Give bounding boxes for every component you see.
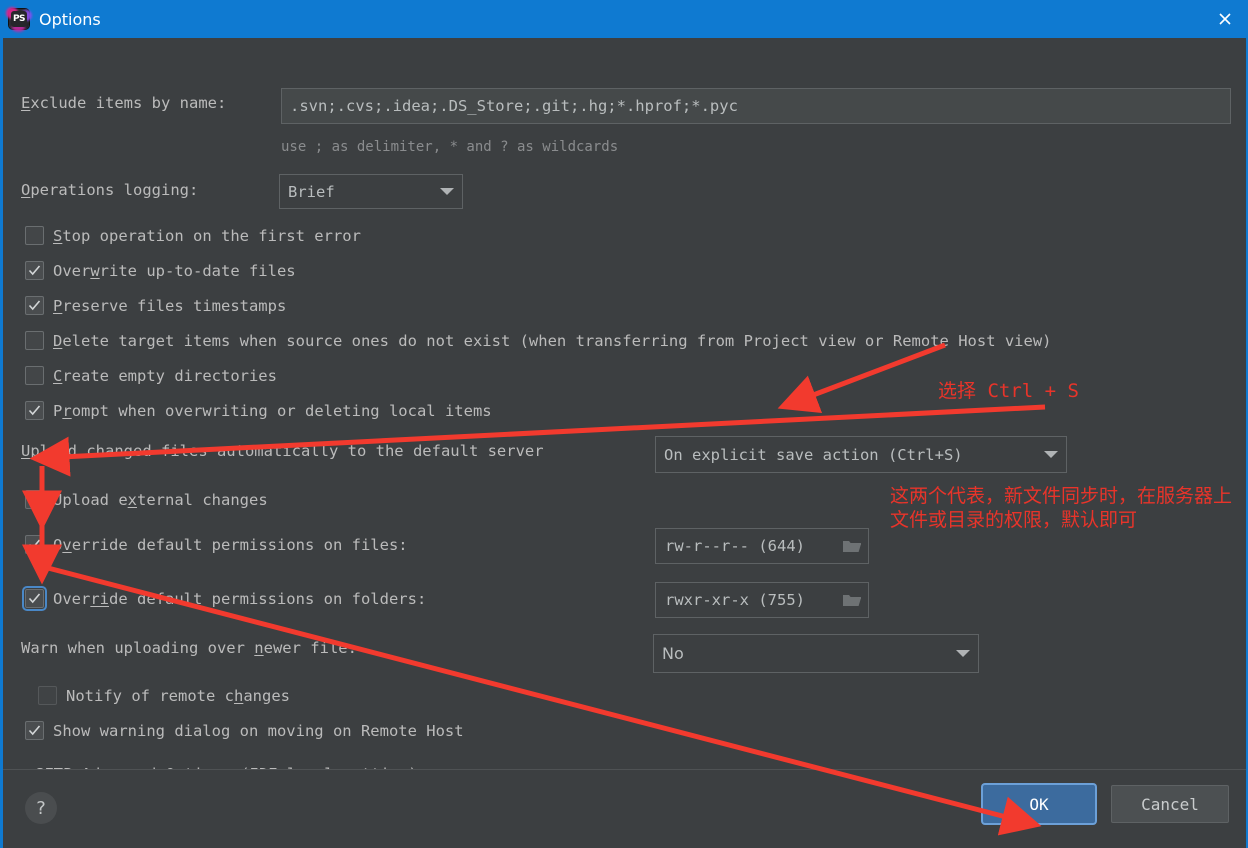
- checkbox-show-warning-dialog-label: Show warning dialog on moving on Remote …: [53, 721, 464, 740]
- annotation-ctrl-s: 选择 Ctrl + S: [938, 380, 1079, 402]
- upload-auto-value: On explicit save action (Ctrl+S): [664, 445, 963, 464]
- checkbox-override-perms-files[interactable]: Override default permissions on files:: [25, 535, 408, 554]
- window-title: Options: [39, 9, 101, 29]
- checkbox-notify-remote-changes-box[interactable]: [38, 686, 57, 705]
- options-dialog-window: PS Options Exclude items by name: .svn;.…: [0, 0, 1248, 848]
- dialog-body: Exclude items by name: .svn;.cvs;.idea;.…: [3, 38, 1246, 848]
- exclude-items-hint: use ; as delimiter, * and ? as wildcards: [281, 139, 619, 155]
- operations-logging-label-row: Operations logging:: [21, 181, 198, 199]
- perm-folders-input[interactable]: rwxr-xr-x (755): [655, 582, 869, 618]
- checkbox-override-perms-files-label: Override default permissions on files:: [53, 535, 408, 554]
- upload-auto-select[interactable]: On explicit save action (Ctrl+S): [655, 436, 1067, 473]
- question-mark-icon[interactable]: ?: [25, 792, 57, 824]
- checkbox-override-perms-folders-box[interactable]: [22, 586, 47, 611]
- checkbox-overwrite-uptodate[interactable]: Overwrite up-to-date files: [25, 261, 296, 280]
- folder-icon[interactable]: [842, 538, 862, 554]
- warn-newer-select[interactable]: No: [653, 634, 979, 673]
- checkbox-show-warning-dialog[interactable]: Show warning dialog on moving on Remote …: [25, 721, 464, 740]
- title-bar: PS Options: [0, 0, 1248, 38]
- checkbox-notify-remote-changes[interactable]: Notify of remote changes: [38, 686, 290, 705]
- folder-icon[interactable]: [842, 592, 862, 608]
- cancel-button-label: Cancel: [1141, 794, 1199, 814]
- checkbox-override-perms-folders-label: Override default permissions on folders:: [53, 589, 427, 608]
- phpstorm-icon: PS: [6, 7, 32, 32]
- operations-logging-label: Operations logging:: [21, 181, 199, 199]
- perm-files-value: rw-r--r-- (644): [665, 537, 805, 555]
- exclude-items-value: .svn;.cvs;.idea;.DS_Store;.git;.hg;*.hpr…: [290, 97, 738, 115]
- ok-button[interactable]: OK: [983, 785, 1095, 823]
- operations-logging-select[interactable]: Brief: [279, 174, 463, 209]
- cancel-button[interactable]: Cancel: [1111, 785, 1229, 823]
- checkbox-stop-operation-label: Stop operation on the first error: [53, 226, 361, 245]
- checkbox-override-perms-files-box[interactable]: [25, 535, 44, 554]
- exclude-items-label-row: Exclude items by name:: [21, 94, 226, 112]
- exclude-items-label: Exclude items by name:: [21, 94, 227, 112]
- chevron-down-icon: [1044, 451, 1058, 458]
- checkbox-prompt-overwrite-label: Prompt when overwriting or deleting loca…: [53, 401, 492, 420]
- warn-newer-label-row: Warn when uploading over newer file:: [21, 639, 357, 657]
- checkbox-stop-operation[interactable]: Stop operation on the first error: [25, 226, 361, 245]
- annotation-permissions: 这两个代表，新文件同步时，在服务器上文件或目录的权限，默认即可: [890, 485, 1233, 532]
- upload-auto-label-row: Upload changed files automatically to th…: [21, 442, 544, 460]
- chevron-down-icon: [956, 650, 970, 657]
- checkbox-delete-target-items-label: Delete target items when source ones do …: [53, 331, 1052, 350]
- checkbox-preserve-timestamps[interactable]: Preserve files timestamps: [25, 296, 286, 315]
- checkbox-upload-external[interactable]: Upload external changes: [25, 490, 268, 509]
- dialog-footer: ? OK Cancel: [3, 769, 1246, 848]
- checkbox-preserve-timestamps-label: Preserve files timestamps: [53, 296, 287, 315]
- exclude-items-input[interactable]: .svn;.cvs;.idea;.DS_Store;.git;.hg;*.hpr…: [281, 88, 1231, 124]
- ok-button-label: OK: [1029, 794, 1049, 814]
- checkbox-delete-target-items-box[interactable]: [25, 331, 44, 350]
- checkbox-prompt-overwrite[interactable]: Prompt when overwriting or deleting loca…: [25, 401, 492, 420]
- checkbox-create-empty-dirs-label: Create empty directories: [53, 366, 277, 385]
- warn-newer-label: Warn when uploading over newer file:: [21, 639, 357, 657]
- operations-logging-value: Brief: [288, 182, 335, 201]
- checkbox-override-perms-folders[interactable]: Override default permissions on folders:: [22, 586, 427, 611]
- upload-auto-label: Upload changed files automatically to th…: [21, 442, 544, 460]
- checkbox-upload-external-box[interactable]: [25, 490, 44, 509]
- checkbox-overwrite-uptodate-box[interactable]: [25, 261, 44, 280]
- chevron-down-icon: [440, 188, 454, 195]
- checkbox-create-empty-dirs[interactable]: Create empty directories: [25, 366, 277, 385]
- perm-folders-value: rwxr-xr-x (755): [665, 591, 805, 609]
- checkbox-create-empty-dirs-box[interactable]: [25, 366, 44, 385]
- options-content: Exclude items by name: .svn;.cvs;.idea;.…: [3, 38, 1246, 783]
- checkbox-prompt-overwrite-box[interactable]: [25, 401, 44, 420]
- warn-newer-value: No: [662, 644, 684, 663]
- checkbox-stop-operation-box[interactable]: [25, 226, 44, 245]
- checkbox-notify-remote-changes-label: Notify of remote changes: [66, 686, 290, 705]
- checkbox-preserve-timestamps-box[interactable]: [25, 296, 44, 315]
- close-icon[interactable]: [1202, 0, 1248, 38]
- perm-files-input[interactable]: rw-r--r-- (644): [655, 528, 869, 564]
- checkbox-delete-target-items[interactable]: Delete target items when source ones do …: [25, 331, 1052, 350]
- checkbox-upload-external-label: Upload external changes: [53, 490, 268, 509]
- checkbox-overwrite-uptodate-label: Overwrite up-to-date files: [53, 261, 296, 280]
- phpstorm-icon-label: PS: [11, 11, 27, 27]
- checkbox-show-warning-dialog-box[interactable]: [25, 721, 44, 740]
